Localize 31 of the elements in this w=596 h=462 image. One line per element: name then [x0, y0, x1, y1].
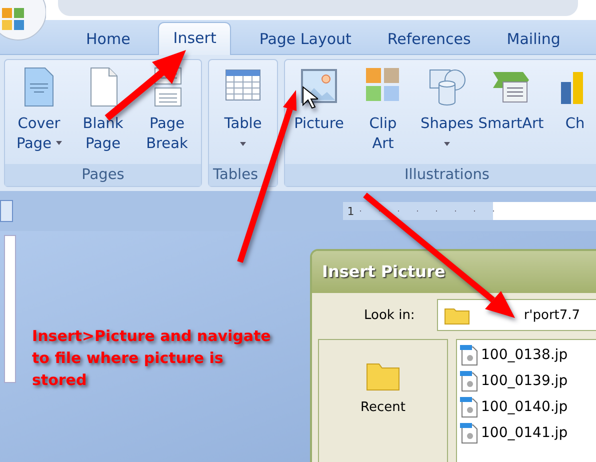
ribbon-button[interactable]: SmartArt: [481, 64, 541, 164]
ruler-number: 1: [347, 204, 354, 218]
group-label: Illustrations: [285, 164, 596, 186]
group-label: Pages: [5, 164, 201, 186]
ribbon-button[interactable]: Blank Page: [73, 64, 133, 164]
ribbon-tab[interactable]: Page Layout: [251, 24, 360, 54]
dialog-title: Insert Picture: [312, 251, 596, 293]
image-file-icon: [459, 370, 479, 392]
ribbon-tab[interactable]: Home: [78, 24, 138, 54]
ribbon-button[interactable]: Cover Page: [9, 64, 69, 164]
ribbon-tab[interactable]: Insert: [158, 22, 232, 55]
annotation-text: Insert>Picture and navigate to file where picture is stored: [32, 326, 272, 391]
look-in-dropdown[interactable]: r'port7.7: [436, 299, 596, 331]
file-item[interactable]: 100_0138.jp: [459, 342, 596, 368]
image-file-icon: [459, 422, 479, 444]
places-item[interactable]: Recent: [360, 354, 406, 415]
ribbon-button[interactable]: Table: [213, 64, 273, 164]
ribbon-button[interactable]: Clip Art: [353, 64, 413, 164]
file-item[interactable]: 100_0140.jp: [459, 394, 596, 420]
image-file-icon: [459, 344, 479, 366]
image-file-icon: [459, 396, 479, 418]
look-in-label: Look in:: [364, 308, 415, 322]
group-label: Tables: [209, 164, 277, 186]
ribbon-button[interactable]: Shapes: [417, 64, 477, 164]
ribbon-tab[interactable]: References: [379, 24, 479, 54]
ribbon-button[interactable]: Ch: [545, 64, 596, 164]
file-item[interactable]: 100_0141.jp: [459, 420, 596, 446]
view-ruler-button[interactable]: [0, 200, 14, 222]
file-item[interactable]: 100_0139.jp: [459, 368, 596, 394]
mouse-pointer-icon: [303, 87, 318, 108]
ribbon-tab[interactable]: Mailing: [498, 24, 568, 54]
